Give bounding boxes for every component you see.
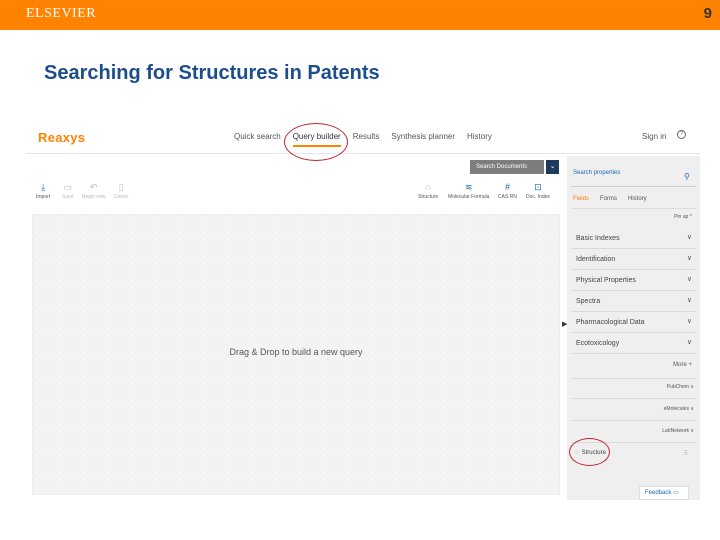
nav-synthesis-planner[interactable]: Synthesis planner bbox=[391, 132, 455, 147]
slide-number: 9 bbox=[703, 5, 712, 22]
chevron-down-icon: ∨ bbox=[686, 297, 692, 304]
query-canvas[interactable]: Drag & Drop to build a new query bbox=[32, 214, 560, 495]
category-spectra[interactable]: Spectra ∨ bbox=[571, 291, 696, 312]
category-physical-properties[interactable]: Physical Properties ∨ bbox=[571, 270, 696, 291]
sign-in-link[interactable]: Sign in bbox=[642, 132, 666, 141]
help-icon[interactable]: ? bbox=[677, 130, 686, 139]
chevron-down-icon: ∨ bbox=[686, 255, 692, 262]
divider bbox=[571, 378, 696, 379]
molecular-formula-button[interactable]: ≋ Molecular Formula bbox=[448, 182, 489, 200]
category-identification[interactable]: Identification ∨ bbox=[571, 249, 696, 270]
main-nav: Quick search Query builder Results Synth… bbox=[234, 132, 492, 147]
divider bbox=[571, 186, 696, 187]
search-icon[interactable]: ⚲ bbox=[684, 172, 690, 181]
query-toolbar: Search Documents ⌄ ⤓ Import ▭ Save ↶ Beg… bbox=[32, 156, 566, 206]
pubchem-section[interactable]: PubChem ∨ bbox=[667, 384, 694, 390]
canvas-drop-message: Drag & Drop to build a new query bbox=[229, 347, 363, 357]
cas-rn-button[interactable]: # CAS RN bbox=[498, 182, 517, 200]
divider bbox=[571, 208, 696, 209]
formula-icon: ≋ bbox=[464, 182, 473, 192]
emolecules-section[interactable]: eMolecules ∨ bbox=[664, 406, 694, 412]
labnetwork-section[interactable]: LabNetwork ∨ bbox=[662, 428, 694, 434]
reaxys-header: Reaxys Quick search Query builder Result… bbox=[26, 120, 700, 154]
properties-sidebar: Search properties ⚲ Fields Forms History… bbox=[567, 156, 700, 500]
chevron-down-icon: ∨ bbox=[686, 339, 692, 346]
chevron-down-icon: ∨ bbox=[686, 318, 692, 325]
structure-tool-button[interactable]: ◌ Structure bbox=[418, 182, 438, 200]
divider bbox=[571, 420, 696, 421]
delete-button[interactable]: ▯ Delete bbox=[114, 182, 128, 200]
feedback-button[interactable]: Feedback ▭ bbox=[639, 486, 689, 500]
doc-index-button[interactable]: ⊡ Doc. Index bbox=[526, 182, 550, 200]
save-button[interactable]: ▭ Save bbox=[62, 182, 73, 200]
import-icon: ⤓ bbox=[41, 182, 46, 192]
begin-new-button[interactable]: ↶ Begin new bbox=[82, 182, 105, 200]
structure-icon: ◌ bbox=[425, 182, 431, 192]
chevron-down-icon: ∨ bbox=[686, 234, 692, 241]
nav-results[interactable]: Results bbox=[353, 132, 380, 147]
slide-title: Searching for Structures in Patents bbox=[44, 62, 380, 84]
tab-history[interactable]: History bbox=[628, 196, 647, 202]
import-button[interactable]: ⤓ Import bbox=[36, 182, 50, 200]
drag-handle-icon[interactable]: ⠿ bbox=[684, 450, 688, 457]
category-list: Basic Indexes ∨ Identification ∨ Physica… bbox=[571, 228, 696, 354]
pin-up-toggle[interactable]: Pin up ^ bbox=[674, 214, 692, 220]
save-icon: ▭ bbox=[63, 182, 72, 192]
category-pharmacological-data[interactable]: Pharmacological Data ∨ bbox=[571, 312, 696, 333]
chevron-down-icon[interactable]: ⌄ bbox=[546, 160, 559, 174]
structure-highlight-circle bbox=[569, 438, 610, 466]
chevron-down-icon: ∨ bbox=[686, 276, 692, 283]
more-button[interactable]: More + bbox=[673, 362, 692, 368]
category-ecotoxicology[interactable]: Ecotoxicology ∨ bbox=[571, 333, 696, 354]
elsevier-logo: ELSEVIER bbox=[26, 6, 97, 21]
trash-icon: ▯ bbox=[118, 182, 124, 192]
undo-icon: ↶ bbox=[89, 182, 98, 192]
reaxys-logo: Reaxys bbox=[38, 130, 86, 145]
sidebar-tabs: Fields Forms History bbox=[573, 196, 647, 202]
tab-fields[interactable]: Fields bbox=[573, 196, 589, 202]
hash-icon: # bbox=[504, 182, 510, 192]
search-properties-input[interactable]: Search properties bbox=[573, 170, 620, 176]
reaxys-screenshot: Reaxys Quick search Query builder Result… bbox=[26, 120, 700, 502]
category-basic-indexes[interactable]: Basic Indexes ∨ bbox=[571, 228, 696, 249]
divider bbox=[571, 398, 696, 399]
chat-icon: ▭ bbox=[673, 490, 679, 496]
nav-quick-search[interactable]: Quick search bbox=[234, 132, 281, 147]
search-documents-button[interactable]: Search Documents bbox=[470, 160, 544, 174]
document-icon: ⊡ bbox=[534, 182, 542, 192]
tab-forms[interactable]: Forms bbox=[600, 196, 617, 202]
nav-history[interactable]: History bbox=[467, 132, 492, 147]
header-bar: ELSEVIER 9 bbox=[0, 0, 720, 30]
